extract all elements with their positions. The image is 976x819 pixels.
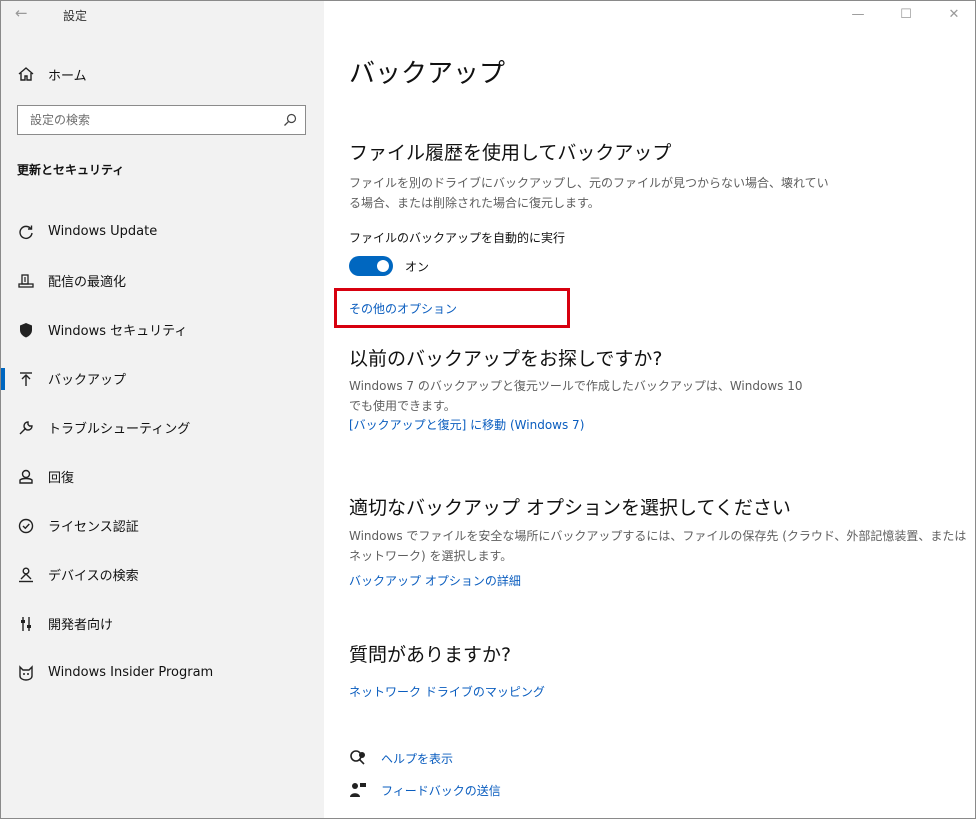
sidebar-item-label: 回復 [48,471,75,486]
delivery-optimization-icon [17,272,35,290]
sidebar-item-windows-security[interactable]: Windows セキュリティ [1,305,324,354]
sidebar-item-activation[interactable]: ライセンス認証 [1,501,324,550]
sidebar-item-label: トラブルシューティング [48,422,191,437]
desc-line: Windows 7 のバックアップと復元ツールで作成したバックアップは、Wind… [349,379,803,393]
settings-search-input[interactable] [28,112,282,128]
shield-icon [17,321,35,339]
sidebar-item-find-device[interactable]: デバイスの検索 [1,550,324,599]
sidebar-item-label: ライセンス認証 [48,520,139,535]
sidebar-item-label: Windows セキュリティ [48,324,188,339]
sidebar-item-label: 開発者向け [48,618,114,633]
feedback-person-icon [350,783,366,797]
sidebar-item-label: バックアップ [48,373,127,388]
sidebar-item-insider[interactable]: Windows Insider Program [1,648,324,697]
choose-option-heading: 適切なバックアップ オプションを選択してください [349,497,791,519]
sidebar-item-windows-update[interactable]: Windows Update [1,207,324,256]
window-controls: — ☐ ✕ [851,7,961,22]
window-title: 設定 [63,9,88,23]
sidebar-item-troubleshoot[interactable]: トラブルシューティング [1,403,324,452]
sync-icon [17,223,35,241]
person-location-icon [17,566,35,584]
get-help-row[interactable]: ヘルプを表示 [349,749,453,767]
map-network-drive-link[interactable]: ネットワーク ドライブのマッピング [349,683,545,700]
more-options-link[interactable]: その他のオプション [349,300,457,317]
backup-restore-windows7-link[interactable]: [バックアップと復元] に移動 (Windows 7) [349,416,584,433]
search-icon[interactable] [283,113,297,127]
desc-line: でも使用できます。 [349,399,456,413]
sidebar-item-developers[interactable]: 開発者向け [1,599,324,648]
sidebar: ← 設定 ホーム 更新とセキュリティ Windows Update [1,1,324,818]
sidebar-item-recovery[interactable]: 回復 [1,452,324,501]
recovery-icon [17,468,35,486]
backup-options-details-link[interactable]: バックアップ オプションの詳細 [349,572,521,589]
get-help-link[interactable]: ヘルプを表示 [381,750,453,767]
sidebar-item-label: デバイスの検索 [48,569,139,584]
main-content: — ☐ ✕ バックアップ ファイル履歴を使用してバックアップ ファイルを別のドラ… [324,1,975,818]
choose-option-description: Windows でファイルを安全な場所にバックアップするには、ファイルの保存先 … [349,526,966,566]
minimize-button[interactable]: — [851,7,865,22]
back-arrow-icon[interactable]: ← [15,4,28,22]
help-chat-icon [350,750,365,765]
desc-line: る場合、または削除された場合に復元します。 [349,196,600,210]
selection-indicator [1,368,5,390]
check-circle-icon [17,517,35,535]
older-backup-heading: 以前のバックアップをお探しですか? [349,348,663,370]
close-button[interactable]: ✕ [947,7,961,22]
auto-backup-toggle[interactable] [349,256,393,276]
page-title: バックアップ [349,59,506,89]
feedback-row[interactable]: フィードバックの送信 [349,781,501,799]
desc-line: ネットワーク) を選択します。 [349,549,513,563]
older-backup-description: Windows 7 のバックアップと復元ツールで作成したバックアップは、Wind… [349,376,802,416]
insider-cat-icon [17,664,35,682]
sidebar-item-label: Windows Update [48,224,158,239]
maximize-button[interactable]: ☐ [899,7,913,22]
developer-sliders-icon [17,615,35,633]
home-nav-item[interactable]: ホーム [17,63,87,85]
settings-search-box[interactable] [17,105,306,135]
backup-upload-icon [17,370,35,388]
home-icon [18,67,34,81]
wrench-icon [17,419,35,437]
auto-backup-label: ファイルのバックアップを自動的に実行 [349,231,566,245]
section-label: 更新とセキュリティ [17,163,125,177]
sidebar-item-backup[interactable]: バックアップ [1,354,324,403]
settings-window: ← 設定 ホーム 更新とセキュリティ Windows Update [0,0,976,819]
desc-line: ファイルを別のドライブにバックアップし、元のファイルが見つからない場合、壊れてい [349,176,829,190]
file-history-description: ファイルを別のドライブにバックアップし、元のファイルが見つからない場合、壊れてい… [349,173,829,213]
home-label: ホーム [48,68,87,84]
questions-heading: 質問がありますか? [349,644,512,666]
desc-line: Windows でファイルを安全な場所にバックアップするには、ファイルの保存先 … [349,529,967,543]
sidebar-item-label: 配信の最適化 [48,275,127,290]
toggle-knob [377,260,389,272]
file-history-heading: ファイル履歴を使用してバックアップ [349,142,672,164]
toggle-state-label: オン [405,260,430,274]
sidebar-nav: Windows Update 配信の最適化 Windows セキュリティ バック… [1,207,324,697]
feedback-link[interactable]: フィードバックの送信 [381,782,501,799]
sidebar-item-label: Windows Insider Program [48,665,214,680]
sidebar-item-delivery-optimization[interactable]: 配信の最適化 [1,256,324,305]
